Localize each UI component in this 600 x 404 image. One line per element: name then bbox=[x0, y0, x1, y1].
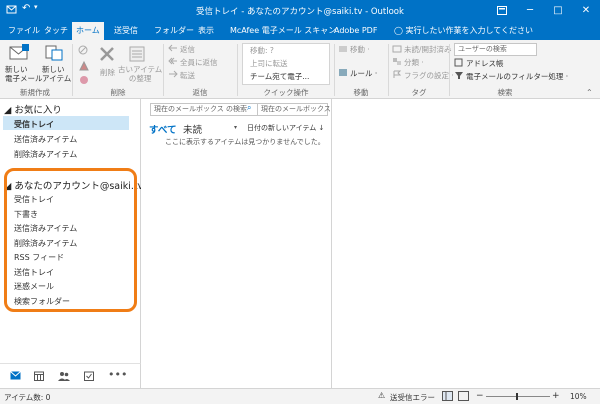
zoom-in-icon[interactable]: + bbox=[552, 391, 560, 401]
ribbon: 新しい 電子メール 新しい アイテム 新規作成 削除 古いアイテム の整理 削除… bbox=[0, 40, 600, 99]
cleanup-button[interactable]: 古いアイテム の整理 bbox=[118, 65, 162, 83]
sort-dropdown-icon[interactable]: ▾ bbox=[234, 124, 237, 131]
search-people-input[interactable]: ユーザーの検索 bbox=[454, 43, 537, 56]
favorite-inbox[interactable]: 受信トレイ bbox=[14, 119, 54, 130]
filter-email-button[interactable]: 電子メールのフィルター処理 · bbox=[466, 71, 568, 82]
zoom-out-icon[interactable]: − bbox=[476, 391, 484, 401]
tell-me-text: 実行したい作業を入力してください bbox=[405, 26, 534, 35]
ribbon-display-options-icon[interactable] bbox=[488, 0, 516, 22]
title-bar: ↶ ▾ 受信トレイ - あなたのアカウント@saiki.tv - Outlook… bbox=[0, 0, 600, 22]
flag-icon[interactable] bbox=[392, 70, 402, 81]
new-email-icon[interactable] bbox=[8, 44, 30, 64]
rules-icon[interactable] bbox=[338, 68, 348, 79]
more-options-icon[interactable]: ••• bbox=[108, 368, 127, 381]
reply-all-button[interactable]: 全員に返信 bbox=[180, 57, 218, 68]
quick-step-forward-boss[interactable]: 上司に転送 bbox=[250, 58, 288, 69]
quick-step-team-email[interactable]: チーム宛て電子... bbox=[250, 71, 309, 82]
categorize-icon[interactable] bbox=[392, 57, 402, 68]
close-button[interactable]: ✕ bbox=[572, 0, 600, 22]
address-book-icon[interactable] bbox=[454, 58, 464, 69]
filter-all-tab[interactable]: すべて bbox=[149, 122, 176, 136]
tab-mcafee[interactable]: McAfee 電子メール スキャン bbox=[226, 22, 340, 40]
ribbon-separator bbox=[334, 44, 335, 96]
tasks-icon[interactable] bbox=[84, 371, 94, 383]
group-quick-label: クイック操作 bbox=[263, 88, 309, 97]
status-bar: アイテム数: 0 ⚠ 送受信エラー − + 10% bbox=[0, 388, 600, 404]
reading-view-icon[interactable] bbox=[458, 391, 469, 403]
forward-button[interactable]: 転送 bbox=[180, 70, 195, 81]
group-tags-label: タグ bbox=[411, 88, 427, 97]
collapse-ribbon-icon[interactable]: ⌃ bbox=[586, 88, 593, 97]
filter-icon[interactable] bbox=[454, 71, 464, 82]
cleanup-small-icon[interactable] bbox=[78, 60, 92, 74]
mailbox-search-input[interactable]: 現在のメールボックス の検索 bbox=[150, 103, 260, 116]
group-find-label: 検索 bbox=[497, 88, 513, 97]
favorite-deleted-items[interactable]: 削除済みアイテム bbox=[14, 149, 77, 160]
zoom-slider-thumb[interactable] bbox=[516, 393, 518, 400]
zoom-slider[interactable] bbox=[486, 396, 550, 397]
tab-folder[interactable]: フォルダー bbox=[150, 22, 198, 40]
group-move-label: 移動 bbox=[353, 88, 369, 97]
lightbulb-icon: ◯ bbox=[394, 26, 403, 35]
minimize-button[interactable]: ─ bbox=[516, 0, 544, 22]
search-scope-dropdown[interactable]: 現在のメールボックス bbox=[257, 103, 331, 116]
mail-icon[interactable] bbox=[10, 371, 21, 382]
tab-view[interactable]: 表示 bbox=[194, 22, 218, 40]
warning-icon: ⚠ bbox=[378, 391, 386, 400]
ribbon-separator bbox=[388, 44, 389, 96]
categorize-button[interactable]: 分類 · bbox=[404, 57, 424, 68]
tab-send-receive[interactable]: 送受信 bbox=[110, 22, 142, 40]
rules-button[interactable]: ルール · bbox=[350, 68, 377, 79]
reply-button[interactable]: 返信 bbox=[180, 44, 195, 55]
unread-icon[interactable] bbox=[392, 44, 402, 55]
filter-unread-tab[interactable]: 未読 bbox=[183, 122, 202, 136]
reply-icon[interactable] bbox=[168, 44, 178, 55]
item-count: アイテム数: 0 bbox=[4, 393, 51, 402]
group-new-label: 新規作成 bbox=[20, 88, 50, 97]
empty-list-message: ここに表示するアイテムは見つかりませんでした。 bbox=[165, 138, 325, 146]
tab-adobe-pdf[interactable]: Adobe PDF bbox=[330, 22, 381, 40]
junk-icon[interactable] bbox=[78, 74, 92, 88]
maximize-button[interactable]: □ bbox=[544, 0, 572, 22]
account-highlight-frame bbox=[4, 168, 137, 312]
calendar-icon[interactable] bbox=[34, 371, 44, 383]
delete-button[interactable]: 削除 bbox=[100, 67, 115, 78]
sort-order[interactable]: 日付の新しいアイテム ↓ bbox=[247, 123, 324, 133]
unread-read-button[interactable]: 未読/開封済み bbox=[404, 44, 452, 55]
group-delete-label: 削除 bbox=[110, 88, 126, 97]
people-icon[interactable] bbox=[58, 371, 70, 383]
ignore-icon[interactable] bbox=[78, 44, 92, 58]
new-email-button[interactable]: 新しい 電子メール bbox=[5, 65, 43, 83]
tell-me-box[interactable]: ◯ 実行したい作業を入力してください bbox=[390, 22, 537, 40]
new-items-button[interactable]: 新しい アイテム bbox=[42, 65, 71, 83]
favorites-header-label: お気に入り bbox=[14, 105, 62, 116]
delete-icon[interactable] bbox=[98, 45, 116, 65]
normal-view-icon[interactable] bbox=[442, 391, 453, 403]
move-icon[interactable] bbox=[338, 44, 348, 55]
ribbon-tabs: ファイル タッチ ホーム 送受信 フォルダー 表示 McAfee 電子メール ス… bbox=[0, 22, 600, 40]
reply-all-icon[interactable] bbox=[168, 57, 178, 68]
message-list: 現在のメールボックス の検索 ⌕ 現在のメールボックス すべて 未読 ▾ 日付の… bbox=[141, 99, 332, 388]
address-book-button[interactable]: アドレス帳 bbox=[466, 58, 504, 69]
tab-home[interactable]: ホーム bbox=[72, 22, 104, 40]
cleanup-icon[interactable] bbox=[128, 45, 146, 65]
search-icon[interactable]: ⌕ bbox=[247, 103, 251, 113]
new-items-icon[interactable] bbox=[44, 44, 64, 64]
navigation-bar: ••• bbox=[0, 363, 141, 389]
forward-icon[interactable] bbox=[168, 70, 178, 81]
group-respond-label: 返信 bbox=[192, 88, 208, 97]
sync-error-status[interactable]: 送受信エラー bbox=[390, 392, 435, 403]
favorite-sent-items[interactable]: 送信済みアイテム bbox=[14, 134, 77, 145]
zoom-level[interactable]: 10% bbox=[570, 392, 587, 401]
tab-file[interactable]: ファイル bbox=[4, 22, 44, 40]
tab-touch[interactable]: タッチ bbox=[40, 22, 72, 40]
flag-button[interactable]: フラグの設定 · bbox=[404, 70, 454, 81]
favorites-header[interactable]: ◢ お気に入り bbox=[4, 102, 62, 116]
ribbon-separator bbox=[72, 44, 73, 96]
move-button[interactable]: 移動 · bbox=[350, 44, 370, 55]
quick-step-move[interactable]: 移動: ? bbox=[250, 45, 274, 56]
